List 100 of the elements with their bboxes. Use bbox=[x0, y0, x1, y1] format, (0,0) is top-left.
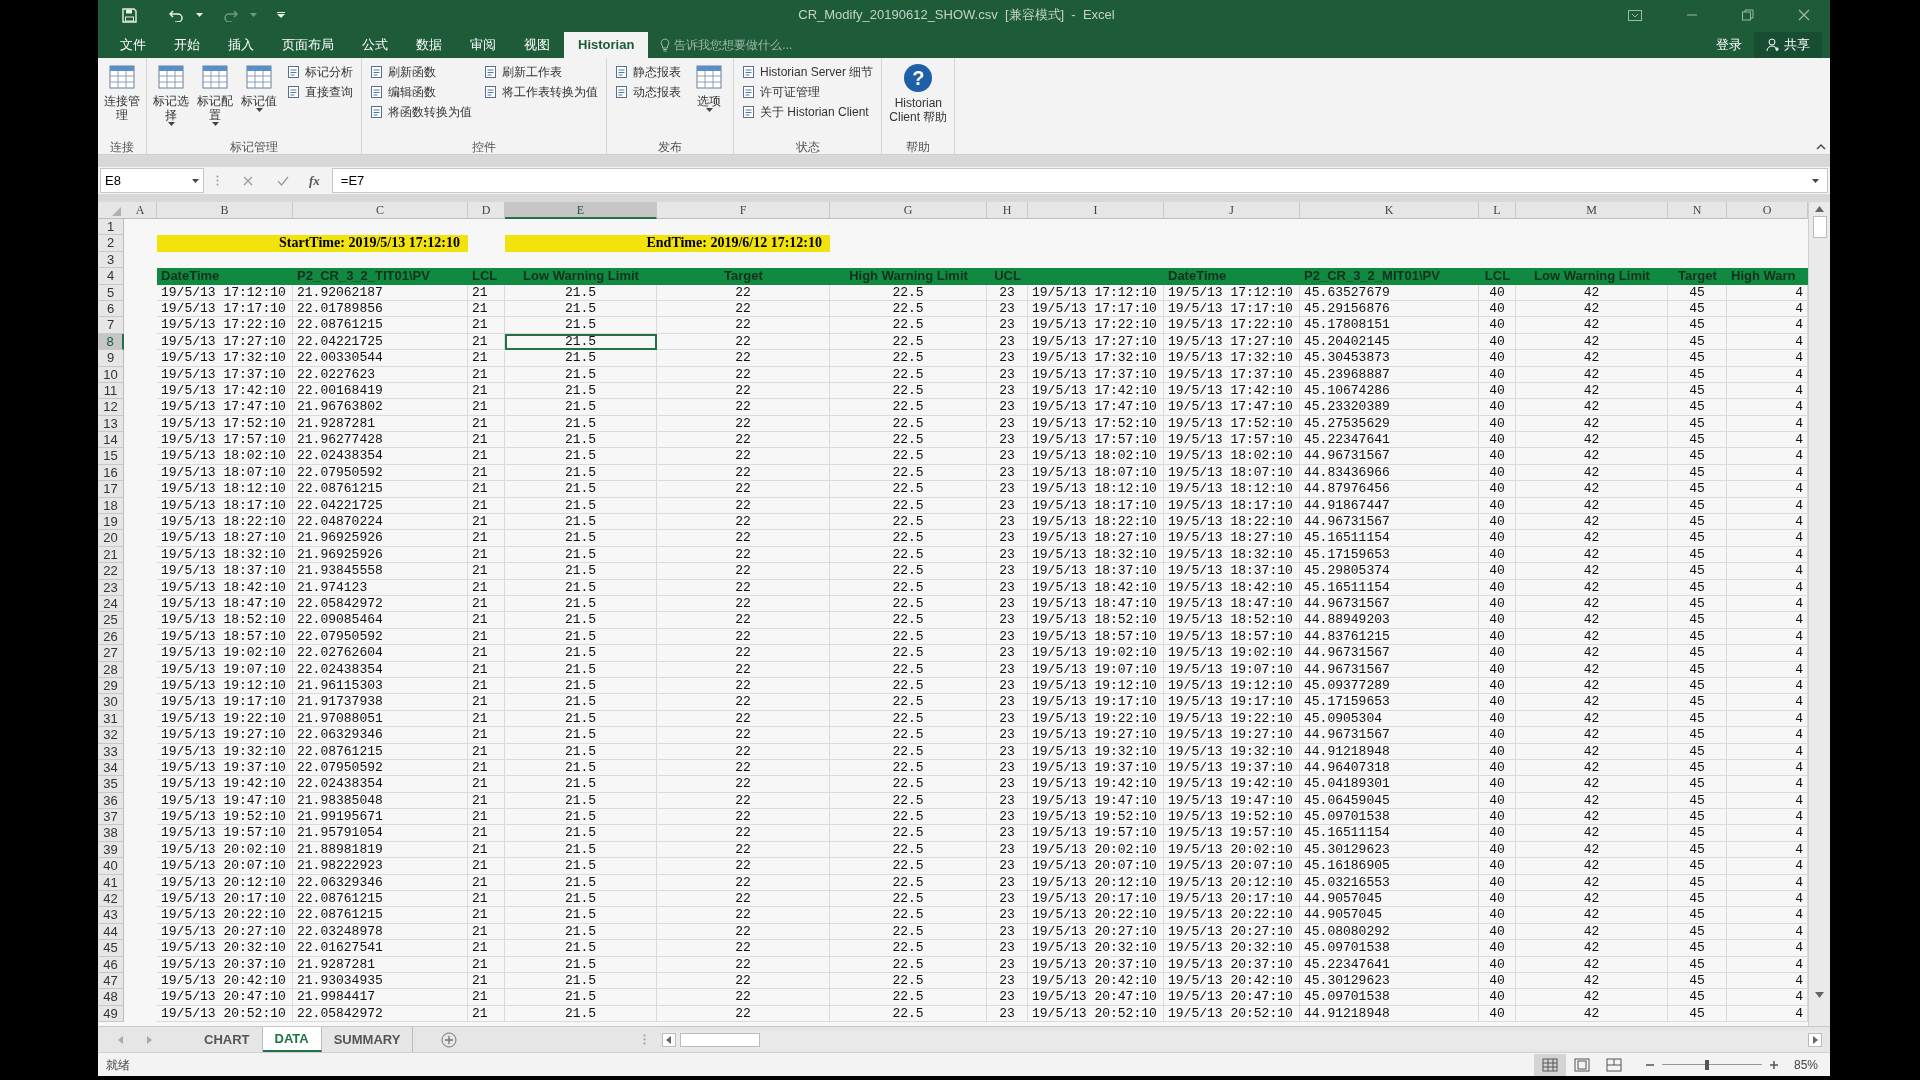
ribbon-button[interactable]: 标记选择 bbox=[151, 62, 191, 126]
column-header[interactable]: E bbox=[505, 202, 657, 219]
share-button[interactable]: 共享 bbox=[1754, 32, 1822, 58]
ribbon-display-icon[interactable] bbox=[1628, 9, 1642, 21]
menu-tab[interactable]: 文件 bbox=[106, 32, 160, 58]
row-header[interactable]: 42 bbox=[98, 891, 124, 908]
menu-tab[interactable]: 页面布局 bbox=[268, 32, 348, 58]
zoom-level[interactable]: 85% bbox=[1793, 1055, 1818, 1074]
view-button[interactable] bbox=[1533, 1053, 1566, 1076]
ribbon-button[interactable]: 静态报表 bbox=[615, 64, 681, 80]
row-header[interactable]: 7 bbox=[98, 317, 124, 334]
horizontal-scrollbar[interactable] bbox=[662, 1030, 1822, 1049]
column-header[interactable]: A bbox=[124, 202, 157, 219]
row-header[interactable]: 12 bbox=[98, 399, 124, 416]
insert-function-button[interactable]: fx bbox=[309, 170, 320, 191]
sheet-tab[interactable]: DATA bbox=[262, 1027, 322, 1052]
table-cell: 42 bbox=[1516, 825, 1668, 842]
next-sheet-icon[interactable] bbox=[147, 1035, 152, 1044]
column-header[interactable]: I bbox=[1028, 202, 1164, 219]
ribbon-button[interactable]: 刷新函数 bbox=[370, 64, 472, 80]
row-header[interactable]: 37 bbox=[98, 809, 124, 826]
help-button[interactable]: ? Historian Client 帮助 bbox=[886, 62, 951, 124]
zoom-in-icon[interactable] bbox=[1769, 1060, 1778, 1069]
column-header[interactable]: C bbox=[293, 202, 468, 219]
column-header[interactable]: G bbox=[830, 202, 987, 219]
menu-tab[interactable]: 开始 bbox=[160, 32, 214, 58]
menu-tab[interactable]: 审阅 bbox=[456, 32, 510, 58]
menu-tab[interactable]: 数据 bbox=[402, 32, 456, 58]
row-header[interactable]: 19 bbox=[98, 514, 124, 531]
row-header[interactable]: 48 bbox=[98, 989, 124, 1006]
column-header[interactable]: J bbox=[1164, 202, 1300, 219]
column-header[interactable]: F bbox=[657, 202, 830, 219]
ribbon-button[interactable]: 标记值 bbox=[239, 62, 279, 112]
table-cell: 42 bbox=[1516, 792, 1668, 810]
row-header[interactable]: 9 bbox=[98, 350, 124, 367]
ribbon-button[interactable]: Historian Server 细节 bbox=[742, 64, 874, 80]
ribbon-button[interactable]: 动态报表 bbox=[615, 84, 681, 100]
table-cell: 22.01789856 bbox=[293, 300, 468, 318]
menu-tab[interactable]: 公式 bbox=[348, 32, 402, 58]
row-header[interactable]: 38 bbox=[98, 825, 124, 842]
row-header[interactable]: 27 bbox=[98, 645, 124, 662]
formula-field[interactable]: =E7 bbox=[331, 168, 1828, 193]
table-cell: 19/5/13 17:32:10 bbox=[1028, 350, 1164, 367]
cancel-icon[interactable] bbox=[243, 175, 253, 186]
menu-tab[interactable]: 视图 bbox=[510, 32, 564, 58]
tell-me-field[interactable]: 告诉我您想要做什么... bbox=[674, 36, 875, 54]
table-cell: 22.5 bbox=[830, 284, 987, 301]
row-header[interactable]: 2 bbox=[98, 235, 124, 252]
row-header[interactable]: 14 bbox=[98, 432, 124, 449]
ribbon-button[interactable]: 编辑函数 bbox=[370, 84, 472, 100]
column-header[interactable]: L bbox=[1479, 202, 1516, 219]
table-cell: 45 bbox=[1668, 382, 1727, 400]
ribbon-button[interactable]: 标记配置 bbox=[195, 62, 235, 126]
sign-in-link[interactable]: 登录 bbox=[1704, 32, 1754, 58]
row-header[interactable]: 45 bbox=[98, 940, 124, 957]
ribbon-button[interactable]: 标记分析 bbox=[287, 64, 353, 80]
vertical-scrollbar[interactable] bbox=[1808, 202, 1830, 1026]
add-sheet-icon[interactable] bbox=[441, 1031, 458, 1048]
column-header[interactable]: B bbox=[157, 202, 293, 219]
row-header[interactable]: 32 bbox=[98, 727, 124, 744]
ribbon-button[interactable]: 刷新工作表 bbox=[484, 64, 598, 80]
column-header[interactable]: H bbox=[987, 202, 1028, 219]
name-box[interactable]: E8 bbox=[100, 168, 204, 193]
scrollbar-thumb[interactable] bbox=[680, 1032, 761, 1047]
row-header[interactable]: 30 bbox=[98, 694, 124, 711]
table-cell: 22 bbox=[657, 907, 830, 924]
enter-icon[interactable] bbox=[277, 175, 289, 186]
column-header[interactable]: K bbox=[1300, 202, 1479, 219]
row-header[interactable]: 15 bbox=[98, 448, 124, 465]
menu-tab[interactable]: 插入 bbox=[214, 32, 268, 58]
customize-icon[interactable] bbox=[277, 12, 285, 18]
row-header[interactable]: 40 bbox=[98, 858, 124, 875]
row-header[interactable]: 20 bbox=[98, 530, 124, 547]
ribbon-button[interactable]: 选项 bbox=[689, 62, 729, 112]
select-all-icon[interactable] bbox=[112, 207, 121, 216]
table-cell: 22.05842972 bbox=[293, 596, 468, 613]
ribbon-button[interactable]: 直接查询 bbox=[287, 84, 353, 100]
row-header[interactable]: 22 bbox=[98, 563, 124, 580]
row-header[interactable]: 17 bbox=[98, 481, 124, 498]
table-cell: 21 bbox=[468, 284, 505, 301]
ribbon-button[interactable]: 连接管理 bbox=[102, 62, 142, 122]
close-icon[interactable] bbox=[1798, 9, 1810, 21]
row-header[interactable]: 1 bbox=[98, 219, 124, 236]
row-header[interactable]: 25 bbox=[98, 612, 124, 629]
ribbon-button[interactable]: 将工作表转换为值 bbox=[484, 84, 598, 100]
column-header[interactable]: M bbox=[1516, 202, 1668, 219]
row-header[interactable]: 35 bbox=[98, 776, 124, 793]
zoom-slider-thumb[interactable] bbox=[1705, 1059, 1710, 1070]
save-icon[interactable] bbox=[122, 7, 137, 23]
previous-sheet-icon[interactable] bbox=[118, 1035, 123, 1044]
ribbon-button[interactable]: 将函数转换为值 bbox=[370, 104, 472, 120]
ribbon-button[interactable]: 关于 Historian Client bbox=[742, 104, 874, 120]
menu-tab[interactable]: Historian bbox=[564, 32, 649, 58]
undo-icon[interactable] bbox=[169, 8, 184, 22]
restore-icon[interactable] bbox=[1742, 9, 1754, 21]
scrollbar-thumb[interactable] bbox=[1812, 216, 1827, 238]
row-header[interactable]: 43 bbox=[98, 907, 124, 924]
ribbon-button[interactable]: 许可证管理 bbox=[742, 84, 874, 100]
row-header[interactable]: 4 bbox=[98, 268, 124, 285]
column-header[interactable]: N bbox=[1668, 202, 1727, 219]
